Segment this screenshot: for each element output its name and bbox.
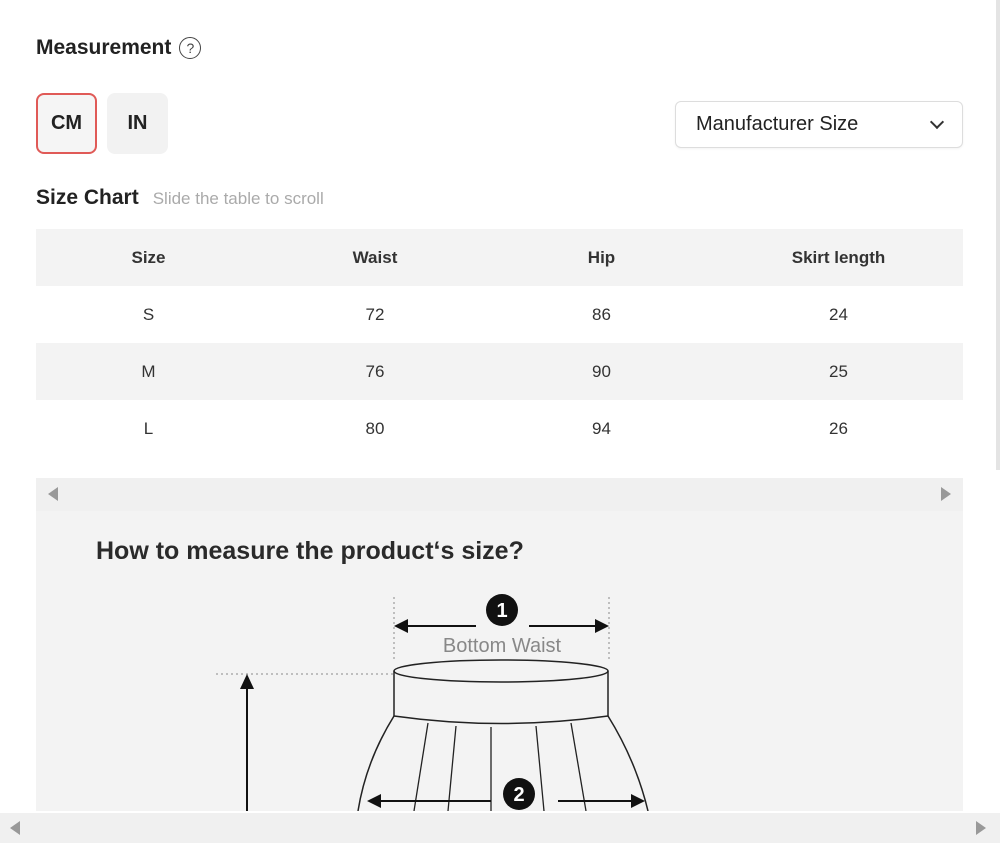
table-cell: 86	[592, 304, 611, 324]
size-select-value: Manufacturer Size	[696, 113, 859, 135]
help-icon[interactable]: ?	[179, 37, 202, 59]
measurement-title: Measurement	[36, 36, 172, 59]
unit-in-button[interactable]: IN	[107, 93, 168, 154]
table-row: S 72 86 24	[36, 286, 963, 343]
chevron-down-icon	[929, 114, 945, 129]
table-cell: 24	[829, 304, 848, 324]
table-cell: L	[143, 418, 154, 438]
scroll-hint: Slide the table to scroll	[152, 189, 324, 208]
column-header: Hip	[587, 247, 616, 267]
scroll-left-icon[interactable]	[48, 487, 58, 501]
table-row: L 80 94 26	[36, 400, 963, 457]
table-cell: 94	[592, 418, 611, 438]
page-horizontal-scrollbar[interactable]	[0, 813, 1000, 843]
size-standard-select[interactable]: Manufacturer Size	[675, 101, 963, 148]
table-cell: 72	[365, 304, 385, 324]
table-cell: 80	[365, 418, 385, 438]
size-chart-heading: Size Chart Slide the table to scroll	[36, 186, 324, 210]
unit-cm-button[interactable]: CM	[36, 93, 97, 154]
skirt-diagram: 1 Bottom Waist 2	[216, 594, 649, 811]
table-header-row: Size Waist Hip Skirt length	[36, 229, 963, 286]
table-horizontal-scrollbar[interactable]	[36, 478, 963, 511]
size-chart-table[interactable]: Size Waist Hip Skirt length S 72 86 24 M…	[36, 229, 963, 457]
scroll-right-icon[interactable]	[941, 487, 951, 501]
scroll-right-icon[interactable]	[976, 821, 986, 835]
unit-toggle: CM IN	[36, 93, 168, 154]
vertical-scrollbar[interactable]	[996, 0, 1000, 470]
bottom-waist-label: Bottom Waist	[443, 635, 562, 657]
column-header: Skirt length	[791, 247, 886, 267]
table-cell: 26	[829, 418, 848, 438]
marker-1-label: 1	[496, 600, 507, 622]
measurement-header: Measurement ?	[36, 36, 202, 60]
table-cell: S	[142, 304, 155, 324]
table-cell: M	[141, 361, 156, 381]
table-row: M 76 90 25	[36, 343, 963, 400]
scroll-left-icon[interactable]	[10, 821, 20, 835]
column-header: Waist	[352, 247, 398, 267]
table-cell: 76	[365, 361, 385, 381]
measure-guide-image: How to measure the product‘s size? 1 Bot…	[36, 511, 963, 811]
table-cell: 25	[829, 361, 848, 381]
column-header: Size	[131, 247, 166, 267]
size-chart-title: Size Chart	[36, 186, 139, 209]
table-cell: 90	[592, 361, 611, 381]
marker-2-label: 2	[513, 784, 524, 806]
